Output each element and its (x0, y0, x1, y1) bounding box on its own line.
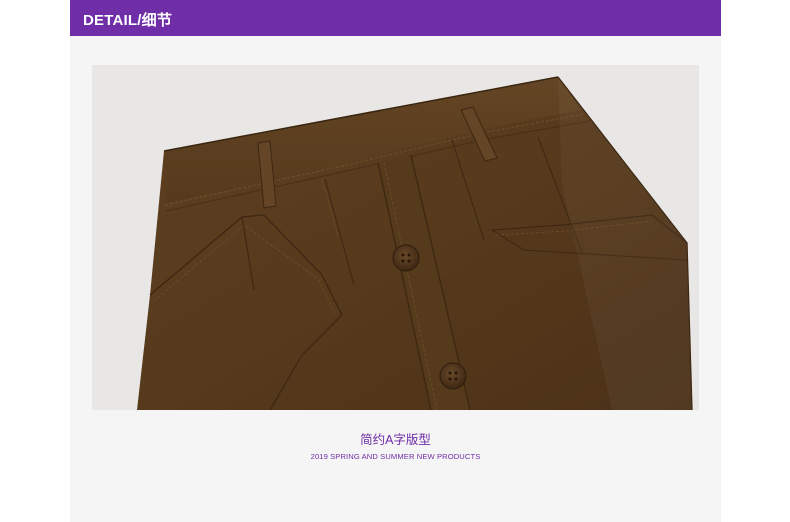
caption-subtitle: 2019 SPRING AND SUMMER NEW PRODUCTS (310, 452, 481, 461)
button-lower (439, 362, 467, 390)
product-detail-photo (92, 65, 699, 410)
button-upper (392, 244, 420, 272)
skirt-illustration (137, 76, 693, 410)
section-header: DETAIL/细节 (70, 0, 721, 36)
caption-title: 简约A字版型 (360, 433, 431, 447)
section-title: DETAIL/细节 (83, 12, 173, 29)
detail-panel: DETAIL/细节 简约A字版型 2019 SPRING AND SUMMER … (70, 0, 721, 522)
